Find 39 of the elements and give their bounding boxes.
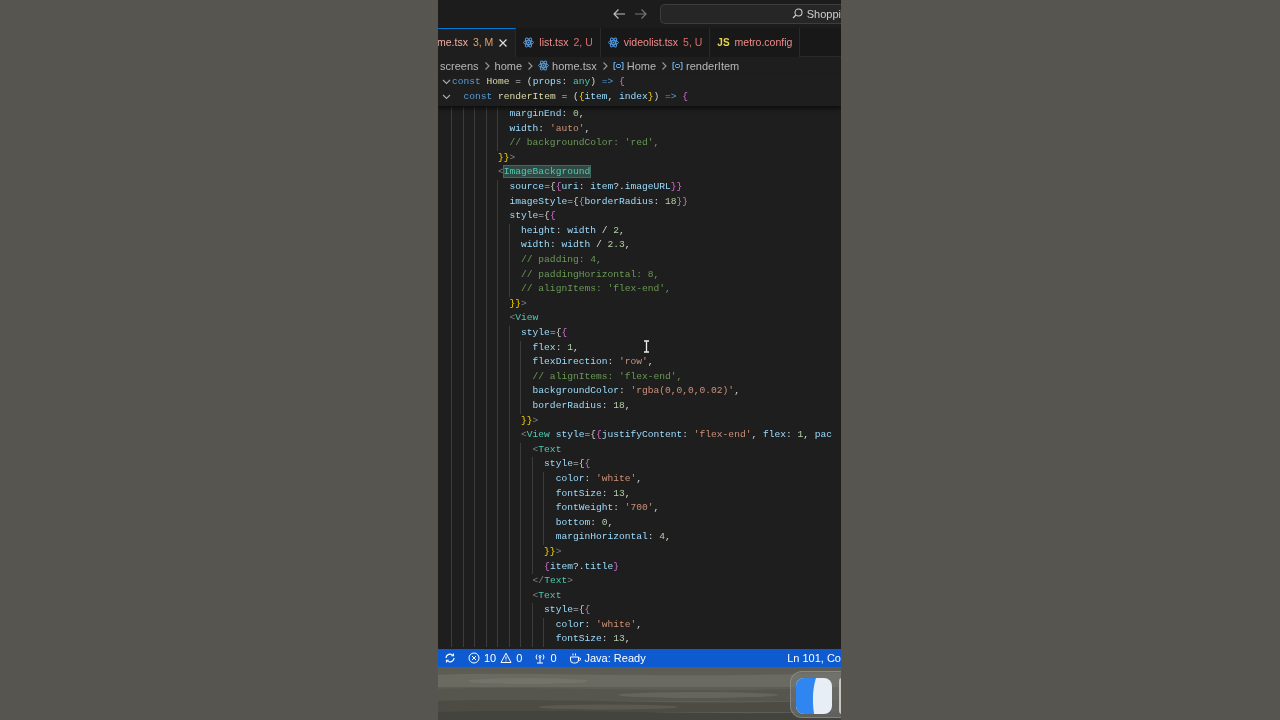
chevron-down-icon[interactable] [442, 78, 451, 87]
atom-icon [523, 36, 535, 48]
forward-arrow-icon[interactable] [634, 7, 648, 20]
js-icon: JS [717, 34, 730, 50]
cup-icon [568, 652, 581, 664]
code-line: const renderItem = ({item, index}) => { [462, 89, 689, 104]
status-item[interactable]: 0 [528, 649, 563, 667]
error-icon [468, 652, 480, 664]
sync-icon [444, 652, 456, 664]
chevron-icon [600, 60, 609, 71]
variable-icon [612, 60, 624, 71]
breadcrumb-item[interactable]: home [494, 57, 523, 75]
breadcrumb-item[interactable]: screens [440, 57, 479, 75]
status-item[interactable]: Java: Ready [562, 649, 652, 667]
breadcrumb-item[interactable]: Home [612, 57, 657, 75]
editor-tab[interactable]: videolist.tsx 5, U [600, 27, 711, 57]
atom-icon [607, 36, 619, 48]
code-line: const Home = (props: any) => { [452, 74, 625, 89]
status-item[interactable]: Ln 101, Co [781, 649, 841, 667]
breadcrumb-item[interactable]: home.tsx [538, 57, 597, 75]
breadcrumb-item[interactable]: renderItem [672, 57, 740, 75]
chevron-icon [526, 60, 535, 71]
chevron-icon [482, 60, 491, 71]
back-arrow-icon[interactable] [612, 7, 626, 20]
chevron-icon [660, 60, 669, 71]
status-item[interactable]: 10 0 [462, 649, 529, 667]
warning-icon [500, 652, 513, 664]
variable-icon [672, 60, 684, 71]
antenna-icon [534, 652, 547, 664]
chevron-down-icon[interactable] [442, 92, 451, 101]
search-field[interactable]: Shoppi [660, 3, 841, 24]
app-icon[interactable] [796, 678, 832, 714]
editor-tab[interactable]: JS metro.config [710, 27, 801, 57]
editor-tab[interactable]: me.tsx 3, M [438, 27, 517, 57]
close-icon[interactable] [498, 37, 509, 48]
text-cursor-icon [643, 340, 650, 353]
search-icon [791, 8, 803, 20]
atom-icon [538, 60, 550, 72]
editor-tab[interactable]: list.tsx 2, U [516, 27, 601, 57]
